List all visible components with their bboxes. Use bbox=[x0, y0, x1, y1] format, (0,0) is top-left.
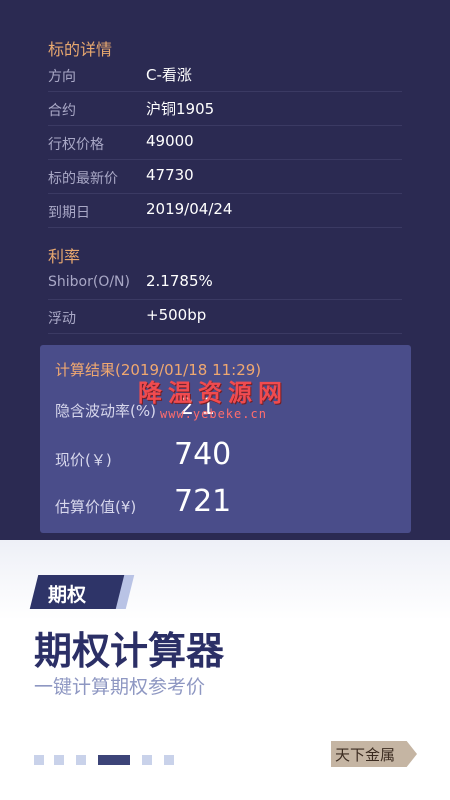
watermark-text: 降温资源网 bbox=[138, 378, 288, 407]
latest-price-label: 标的最新价 bbox=[48, 171, 118, 187]
rate-section-title: 利率 bbox=[48, 247, 81, 266]
float-label: 浮动 bbox=[48, 311, 76, 327]
promo-tag: 期权 bbox=[48, 584, 87, 606]
expiry-date-value: 2019/04/24 bbox=[146, 200, 233, 218]
direction-label: 方向 bbox=[48, 69, 76, 85]
latest-price-value: 47730 bbox=[146, 166, 194, 184]
page-dot[interactable] bbox=[164, 755, 174, 765]
shibor-label: Shibor(O/N) bbox=[48, 274, 130, 290]
contract-label: 合约 bbox=[48, 103, 76, 119]
estimated-value-label: 估算价值(¥) bbox=[55, 498, 137, 516]
watermark-url: www.yebeke.cn bbox=[160, 407, 267, 421]
promo-title: 期权计算器 bbox=[34, 629, 225, 673]
page-dot[interactable] bbox=[76, 755, 86, 765]
direction-value: C-看涨 bbox=[146, 66, 192, 84]
float-value: +500bp bbox=[146, 306, 207, 324]
strike-price-row: 行权价格 49000 bbox=[48, 126, 402, 160]
promo-subtitle: 一键计算期权参考价 bbox=[34, 676, 206, 698]
contract-value: 沪铜1905 bbox=[146, 100, 215, 118]
expiry-date-row: 到期日 2019/04/24 bbox=[48, 194, 402, 228]
latest-price-row: 标的最新价 47730 bbox=[48, 160, 402, 194]
page-dot[interactable] bbox=[34, 755, 44, 765]
calculation-result-card: 计算结果(2019/01/18 11:29) 隐含波动率(%) 2 1 降温资源… bbox=[40, 345, 411, 533]
shibor-row: Shibor(O/N) 2.1785% bbox=[48, 266, 402, 300]
page-dot-active[interactable] bbox=[98, 755, 130, 765]
expiry-date-label: 到期日 bbox=[48, 205, 90, 221]
option-details-panel: 标的详情 方向 C-看涨 合约 沪铜1905 行权价格 49000 标的最新价 … bbox=[0, 0, 450, 540]
float-row: 浮动 +500bp bbox=[48, 300, 402, 334]
direction-row: 方向 C-看涨 bbox=[48, 58, 402, 92]
page-dot[interactable] bbox=[54, 755, 64, 765]
shibor-value: 2.1785% bbox=[146, 272, 213, 290]
present-price-value: 740 bbox=[174, 437, 232, 472]
present-price-label: 现价(￥) bbox=[55, 451, 112, 469]
contract-row: 合约 沪铜1905 bbox=[48, 92, 402, 126]
underlying-section-title: 标的详情 bbox=[48, 40, 113, 59]
page-dot[interactable] bbox=[142, 755, 152, 765]
brand-label: 天下金属 bbox=[335, 746, 396, 764]
estimated-value-value: 721 bbox=[174, 484, 232, 519]
strike-price-label: 行权价格 bbox=[48, 137, 104, 153]
strike-price-value: 49000 bbox=[146, 132, 194, 150]
